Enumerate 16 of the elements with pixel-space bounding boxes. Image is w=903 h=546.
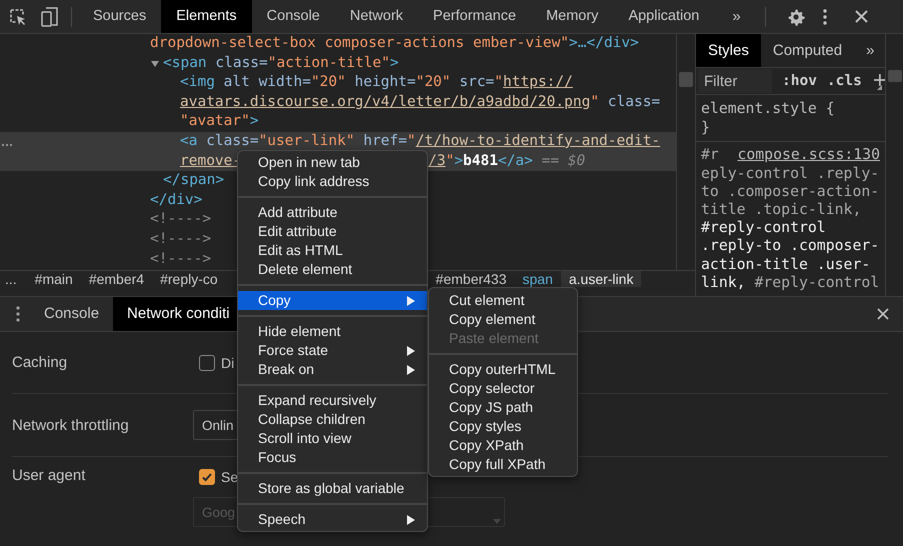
selector-text: #reply-control — [701, 219, 826, 236]
selector-text: link, — [701, 274, 746, 291]
selector-text: .reply-to .composer- — [701, 237, 880, 254]
selector-text: title .topic-link, — [701, 200, 862, 218]
setting-label: User agent — [12, 467, 86, 484]
selector-text: #reply-control — [753, 274, 880, 291]
selector-text: action-title .user- — [701, 256, 870, 273]
checkbox-label: Se — [221, 469, 238, 485]
selector-text: to .composer-action- — [701, 182, 880, 200]
selector-text: eply-control .reply- — [701, 164, 880, 182]
style-rule-line: element.style { — [701, 99, 836, 118]
setting-label: Caching — [12, 354, 68, 371]
setting-label: Network throttling — [12, 416, 130, 434]
checkbox-label: Di — [221, 354, 234, 370]
style-rule-line: } — [701, 118, 711, 138]
selector-text: #r — [701, 146, 719, 165]
